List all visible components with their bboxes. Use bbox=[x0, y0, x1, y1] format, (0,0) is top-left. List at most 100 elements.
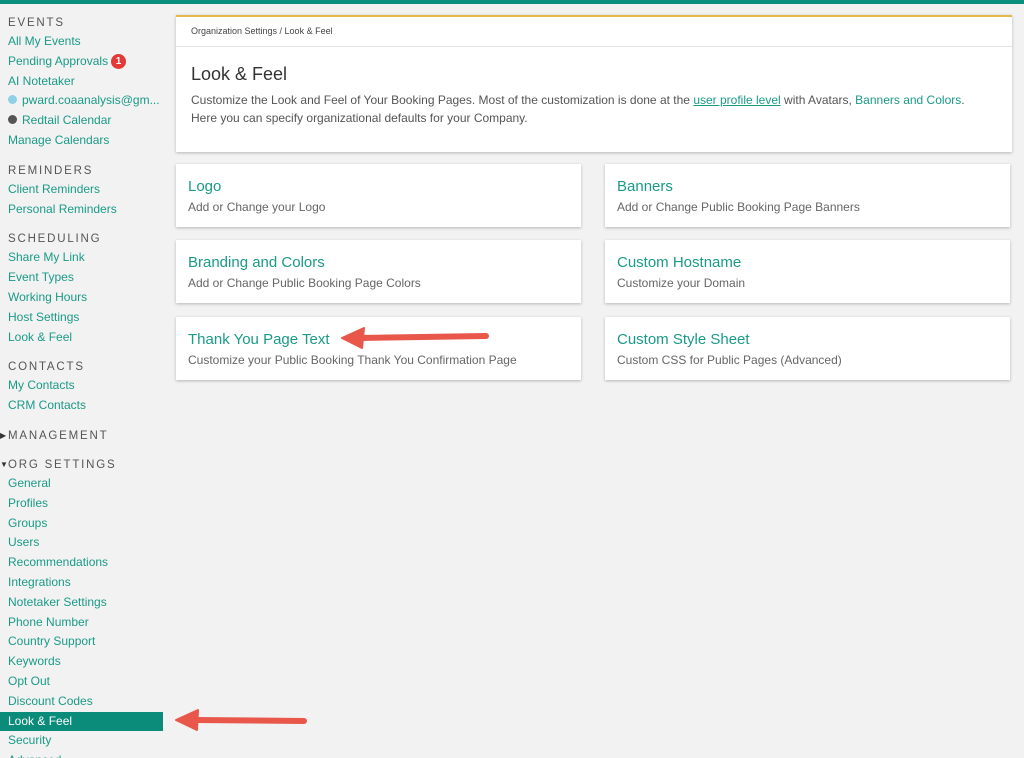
sidebar-item-label: Redtail Calendar bbox=[22, 113, 112, 128]
page-title: Look & Feel bbox=[191, 64, 288, 84]
sidebar-item-groups[interactable]: Groups bbox=[0, 514, 170, 534]
sidebar-section-scheduling: SCHEDULING Share My Link Event Types Workin… bbox=[0, 230, 170, 347]
sidebar-item-label: Recommendations bbox=[8, 555, 109, 570]
sidebar-item-profiles[interactable]: Profiles bbox=[0, 494, 170, 514]
card-description: Add or Change Public Booking Page Colors bbox=[188, 276, 421, 290]
sidebar-item-label: My Contacts bbox=[8, 378, 75, 393]
sidebar-item-label: Users bbox=[8, 535, 40, 550]
description-text: . bbox=[961, 93, 965, 107]
sidebar-item-manage-calendars[interactable]: Manage Calendars bbox=[0, 131, 170, 151]
sidebar-item-label: Phone Number bbox=[8, 614, 89, 629]
card-description: Customize your Domain bbox=[617, 276, 746, 290]
sidebar-item-share-my-link[interactable]: Share My Link bbox=[0, 248, 170, 268]
sidebar-item-label: Share My Link bbox=[8, 250, 85, 265]
sidebar-section-label: MANAGEMENT bbox=[8, 429, 109, 442]
sidebar-item-label: General bbox=[8, 475, 51, 490]
breadcrumb: Organization Settings / Look & Feel bbox=[176, 17, 1012, 47]
sidebar-item-integrations[interactable]: Integrations bbox=[0, 573, 170, 593]
sidebar-item-look-and-feel[interactable]: Look & Feel bbox=[0, 328, 170, 348]
sidebar-item-label: Integrations bbox=[8, 574, 71, 589]
sidebar-item-pward-coaanalysis-gm[interactable]: pward.coaanalysis@gm... bbox=[0, 91, 170, 111]
caret-down-icon[interactable]: ▼ bbox=[0, 456, 10, 474]
card-banners[interactable]: Banners Add or Change Public Booking Pag… bbox=[605, 164, 1010, 227]
sidebar-item-label: Manage Calendars bbox=[8, 132, 110, 147]
sidebar-item-country-support[interactable]: Country Support bbox=[0, 632, 170, 652]
sidebar-item-all-my-events[interactable]: All My Events bbox=[0, 32, 170, 52]
sidebar-item-label: All My Events bbox=[8, 34, 81, 48]
card-logo[interactable]: Logo Add or Change your Logo bbox=[176, 164, 581, 227]
sidebar-item-working-hours[interactable]: Working Hours bbox=[0, 288, 170, 308]
sidebar-item-pending-approvals[interactable]: Pending Approvals 1 bbox=[0, 52, 170, 72]
user-profile-level-link[interactable]: user profile level bbox=[693, 93, 780, 107]
sidebar-item-crm-contacts[interactable]: CRM Contacts bbox=[0, 396, 170, 416]
banners-and-colors-link[interactable]: Banners and Colors bbox=[855, 93, 961, 107]
sidebar-item-label: Profiles bbox=[8, 495, 49, 510]
card-description: Add or Change your Logo bbox=[188, 200, 326, 214]
sidebar-item-label: Opt Out bbox=[8, 673, 51, 688]
sidebar-item-ai-notetaker[interactable]: AI Notetaker bbox=[0, 72, 170, 92]
sidebar-item-label: Groups bbox=[8, 515, 48, 530]
sidebar-section-header: CONTACTS bbox=[0, 358, 170, 376]
page-description: Customize the Look and Feel of Your Book… bbox=[191, 91, 1001, 127]
sidebar-section-management: ▶ MANAGEMENT bbox=[0, 427, 170, 445]
sidebar-item-label: Pending Approvals bbox=[8, 53, 109, 68]
card-branding-and-colors[interactable]: Branding and Colors Add or Change Public… bbox=[176, 240, 581, 303]
sidebar-section-header: EVENTS bbox=[0, 14, 170, 32]
description-text: with Avatars, bbox=[780, 93, 856, 107]
sidebar-section-org-settings: ▼ ORG SETTINGS General Profiles Groups Users R… bbox=[0, 456, 170, 758]
sidebar-section-label: CONTACTS bbox=[8, 361, 85, 374]
sidebar-item-keywords[interactable]: Keywords bbox=[0, 652, 170, 672]
card-title: Logo bbox=[188, 178, 222, 195]
sidebar-item-discount-codes[interactable]: Discount Codes bbox=[0, 692, 170, 712]
sidebar-item-advanced[interactable]: Advanced bbox=[0, 751, 170, 758]
sidebar-item-event-types[interactable]: Event Types bbox=[0, 268, 170, 288]
sidebar-item-label: AI Notetaker bbox=[8, 73, 75, 88]
card-custom-style-sheet[interactable]: Custom Style Sheet Custom CSS for Public… bbox=[605, 317, 1010, 380]
sidebar-item-general[interactable]: General bbox=[0, 474, 170, 494]
sidebar-item-label: Look & Feel bbox=[8, 713, 73, 728]
calendar-color-dot-icon bbox=[8, 95, 17, 105]
sidebar-item-my-contacts[interactable]: My Contacts bbox=[0, 376, 170, 396]
sidebar-item-security[interactable]: Security bbox=[0, 731, 170, 751]
sidebar-item-phone-number[interactable]: Phone Number bbox=[0, 613, 170, 633]
sidebar-section-header[interactable]: ▶ MANAGEMENT bbox=[0, 427, 170, 445]
sidebar-item-label: pward.coaanalysis@gm... bbox=[22, 93, 160, 108]
sidebar-section-label: REMINDERS bbox=[8, 164, 94, 177]
sidebar-item-label: Working Hours bbox=[8, 289, 88, 304]
sidebar-section-contacts: CONTACTS My Contacts CRM Contacts bbox=[0, 358, 170, 416]
sidebar-item-redtail-calendar[interactable]: Redtail Calendar bbox=[0, 111, 170, 131]
sidebar-item-opt-out[interactable]: Opt Out bbox=[0, 672, 170, 692]
sidebar-item-users[interactable]: Users bbox=[0, 533, 170, 553]
card-custom-hostname[interactable]: Custom Hostname Customize your Domain bbox=[605, 240, 1010, 303]
sidebar-section-header[interactable]: ▼ ORG SETTINGS bbox=[0, 456, 170, 474]
arrow-left-icon bbox=[341, 327, 489, 349]
sidebar-item-notetaker-settings[interactable]: Notetaker Settings bbox=[0, 593, 170, 613]
sidebar-item-label: Advanced bbox=[8, 753, 61, 758]
card-title: Branding and Colors bbox=[188, 254, 325, 271]
caret-right-icon[interactable]: ▶ bbox=[0, 427, 8, 445]
sidebar-section-label: EVENTS bbox=[8, 17, 65, 29]
sidebar-section-header: SCHEDULING bbox=[0, 230, 170, 248]
sidebar-section-reminders: REMINDERS Client Reminders Personal Remind… bbox=[0, 162, 170, 220]
sidebar-section-header: REMINDERS bbox=[0, 162, 170, 180]
sidebar-item-label: Client Reminders bbox=[8, 181, 101, 196]
description-text: Here you can specify organizational defa… bbox=[191, 111, 528, 125]
page-header-card: Organization Settings / Look & Feel Look… bbox=[176, 15, 1012, 152]
sidebar-item-label: Notetaker Settings bbox=[8, 594, 107, 609]
sidebar-item-label: Security bbox=[8, 733, 52, 748]
card-description: Add or Change Public Booking Page Banner… bbox=[617, 200, 860, 214]
arrow-left-icon bbox=[175, 709, 307, 731]
sidebar-item-client-reminders[interactable]: Client Reminders bbox=[0, 180, 170, 200]
sidebar-item-recommendations[interactable]: Recommendations bbox=[0, 553, 170, 573]
sidebar-item-label: Look & Feel bbox=[8, 329, 73, 344]
card-title: Banners bbox=[617, 178, 673, 195]
sidebar-item-label: Host Settings bbox=[8, 309, 80, 324]
sidebar-item-personal-reminders[interactable]: Personal Reminders bbox=[0, 200, 170, 220]
card-description: Customize your Public Booking Thank You … bbox=[188, 353, 517, 367]
sidebar-item-label: Keywords bbox=[8, 654, 61, 669]
top-accent-bar bbox=[0, 0, 1024, 4]
sidebar-section-events: EVENTS All My Events Pending Approvals 1 AI … bbox=[0, 14, 170, 151]
sidebar-item-look-and-feel[interactable]: Look & Feel bbox=[0, 711, 163, 732]
sidebar-item-host-settings[interactable]: Host Settings bbox=[0, 308, 170, 328]
card-description: Custom CSS for Public Pages (Advanced) bbox=[617, 353, 842, 367]
